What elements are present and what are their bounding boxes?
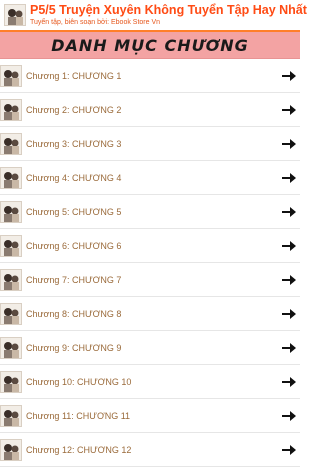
chapter-row[interactable]: Chương 9: CHƯƠNG 9 — [0, 331, 300, 365]
chapter-label: Chương 10: CHƯƠNG 10 — [26, 376, 132, 387]
chapter-label: Chương 7: CHƯƠNG 7 — [26, 274, 122, 285]
chapter-row[interactable]: Chương 12: CHƯƠNG 12 — [0, 433, 300, 467]
arrow-right-icon[interactable] — [282, 410, 296, 421]
book-cover-thumbnail-icon — [0, 438, 22, 461]
book-cover-thumbnail-icon — [0, 98, 22, 121]
book-cover-thumbnail-icon — [0, 200, 22, 223]
chapter-row[interactable]: Chương 6: CHƯƠNG 6 — [0, 229, 300, 263]
arrow-right-icon[interactable] — [282, 138, 296, 149]
arrow-right-icon[interactable] — [282, 70, 296, 81]
app-title: P5/5 Truyện Xuyên Không Tuyển Tập Hay Nh… — [30, 3, 307, 18]
chapter-list-banner: DANH MỤC CHƯƠNG — [0, 32, 300, 59]
chapter-label: Chương 8: CHƯƠNG 8 — [26, 308, 122, 319]
book-cover-thumbnail-icon — [0, 302, 22, 325]
book-cover-thumbnail-icon — [0, 166, 22, 189]
chapter-label: Chương 5: CHƯƠNG 5 — [26, 206, 122, 217]
book-cover-thumbnail-icon — [0, 404, 22, 427]
book-cover-thumbnail-icon — [4, 4, 26, 26]
chapter-row[interactable]: Chương 8: CHƯƠNG 8 — [0, 297, 300, 331]
chapter-row[interactable]: Chương 4: CHƯƠNG 4 — [0, 161, 300, 195]
arrow-right-icon[interactable] — [282, 274, 296, 285]
arrow-right-icon[interactable] — [282, 376, 296, 387]
book-cover-thumbnail-icon — [0, 370, 22, 393]
app-header: P5/5 Truyện Xuyên Không Tuyển Tập Hay Nh… — [0, 0, 307, 30]
app-subtitle: Tuyển tập, biên soạn bởi: Ebook Store Vn — [30, 18, 161, 26]
chapter-row[interactable]: Chương 10: CHƯƠNG 10 — [0, 365, 300, 399]
arrow-right-icon[interactable] — [282, 240, 296, 251]
banner-title: DANH MỤC CHƯƠNG — [51, 35, 249, 55]
chapter-row[interactable]: Chương 2: CHƯƠNG 2 — [0, 93, 300, 127]
chapter-row[interactable]: Chương 1: CHƯƠNG 1 — [0, 59, 300, 93]
book-cover-thumbnail-icon — [0, 336, 22, 359]
chapter-label: Chương 4: CHƯƠNG 4 — [26, 172, 122, 183]
chapter-label: Chương 1: CHƯƠNG 1 — [26, 70, 122, 81]
chapter-row[interactable]: Chương 7: CHƯƠNG 7 — [0, 263, 300, 297]
arrow-right-icon[interactable] — [282, 308, 296, 319]
arrow-right-icon[interactable] — [282, 172, 296, 183]
chapter-row[interactable]: Chương 5: CHƯƠNG 5 — [0, 195, 300, 229]
book-cover-thumbnail-icon — [0, 132, 22, 155]
arrow-right-icon[interactable] — [282, 444, 296, 455]
chapter-label: Chương 12: CHƯƠNG 12 — [26, 444, 132, 455]
arrow-right-icon[interactable] — [282, 206, 296, 217]
chapter-label: Chương 11: CHƯƠNG 11 — [26, 410, 131, 421]
chapter-label: Chương 2: CHƯƠNG 2 — [26, 104, 122, 115]
arrow-right-icon[interactable] — [282, 342, 296, 353]
book-cover-thumbnail-icon — [0, 64, 22, 87]
chapter-label: Chương 3: CHƯƠNG 3 — [26, 138, 122, 149]
chapter-row[interactable]: Chương 11: CHƯƠNG 11 — [0, 399, 300, 433]
book-cover-thumbnail-icon — [0, 268, 22, 291]
chapter-row[interactable]: Chương 3: CHƯƠNG 3 — [0, 127, 300, 161]
chapter-label: Chương 6: CHƯƠNG 6 — [26, 240, 122, 251]
arrow-right-icon[interactable] — [282, 104, 296, 115]
book-cover-thumbnail-icon — [0, 234, 22, 257]
chapter-list: Chương 1: CHƯƠNG 1 Chương 2: CHƯƠNG 2 Chươ… — [0, 59, 300, 467]
chapter-label: Chương 9: CHƯƠNG 9 — [26, 342, 122, 353]
